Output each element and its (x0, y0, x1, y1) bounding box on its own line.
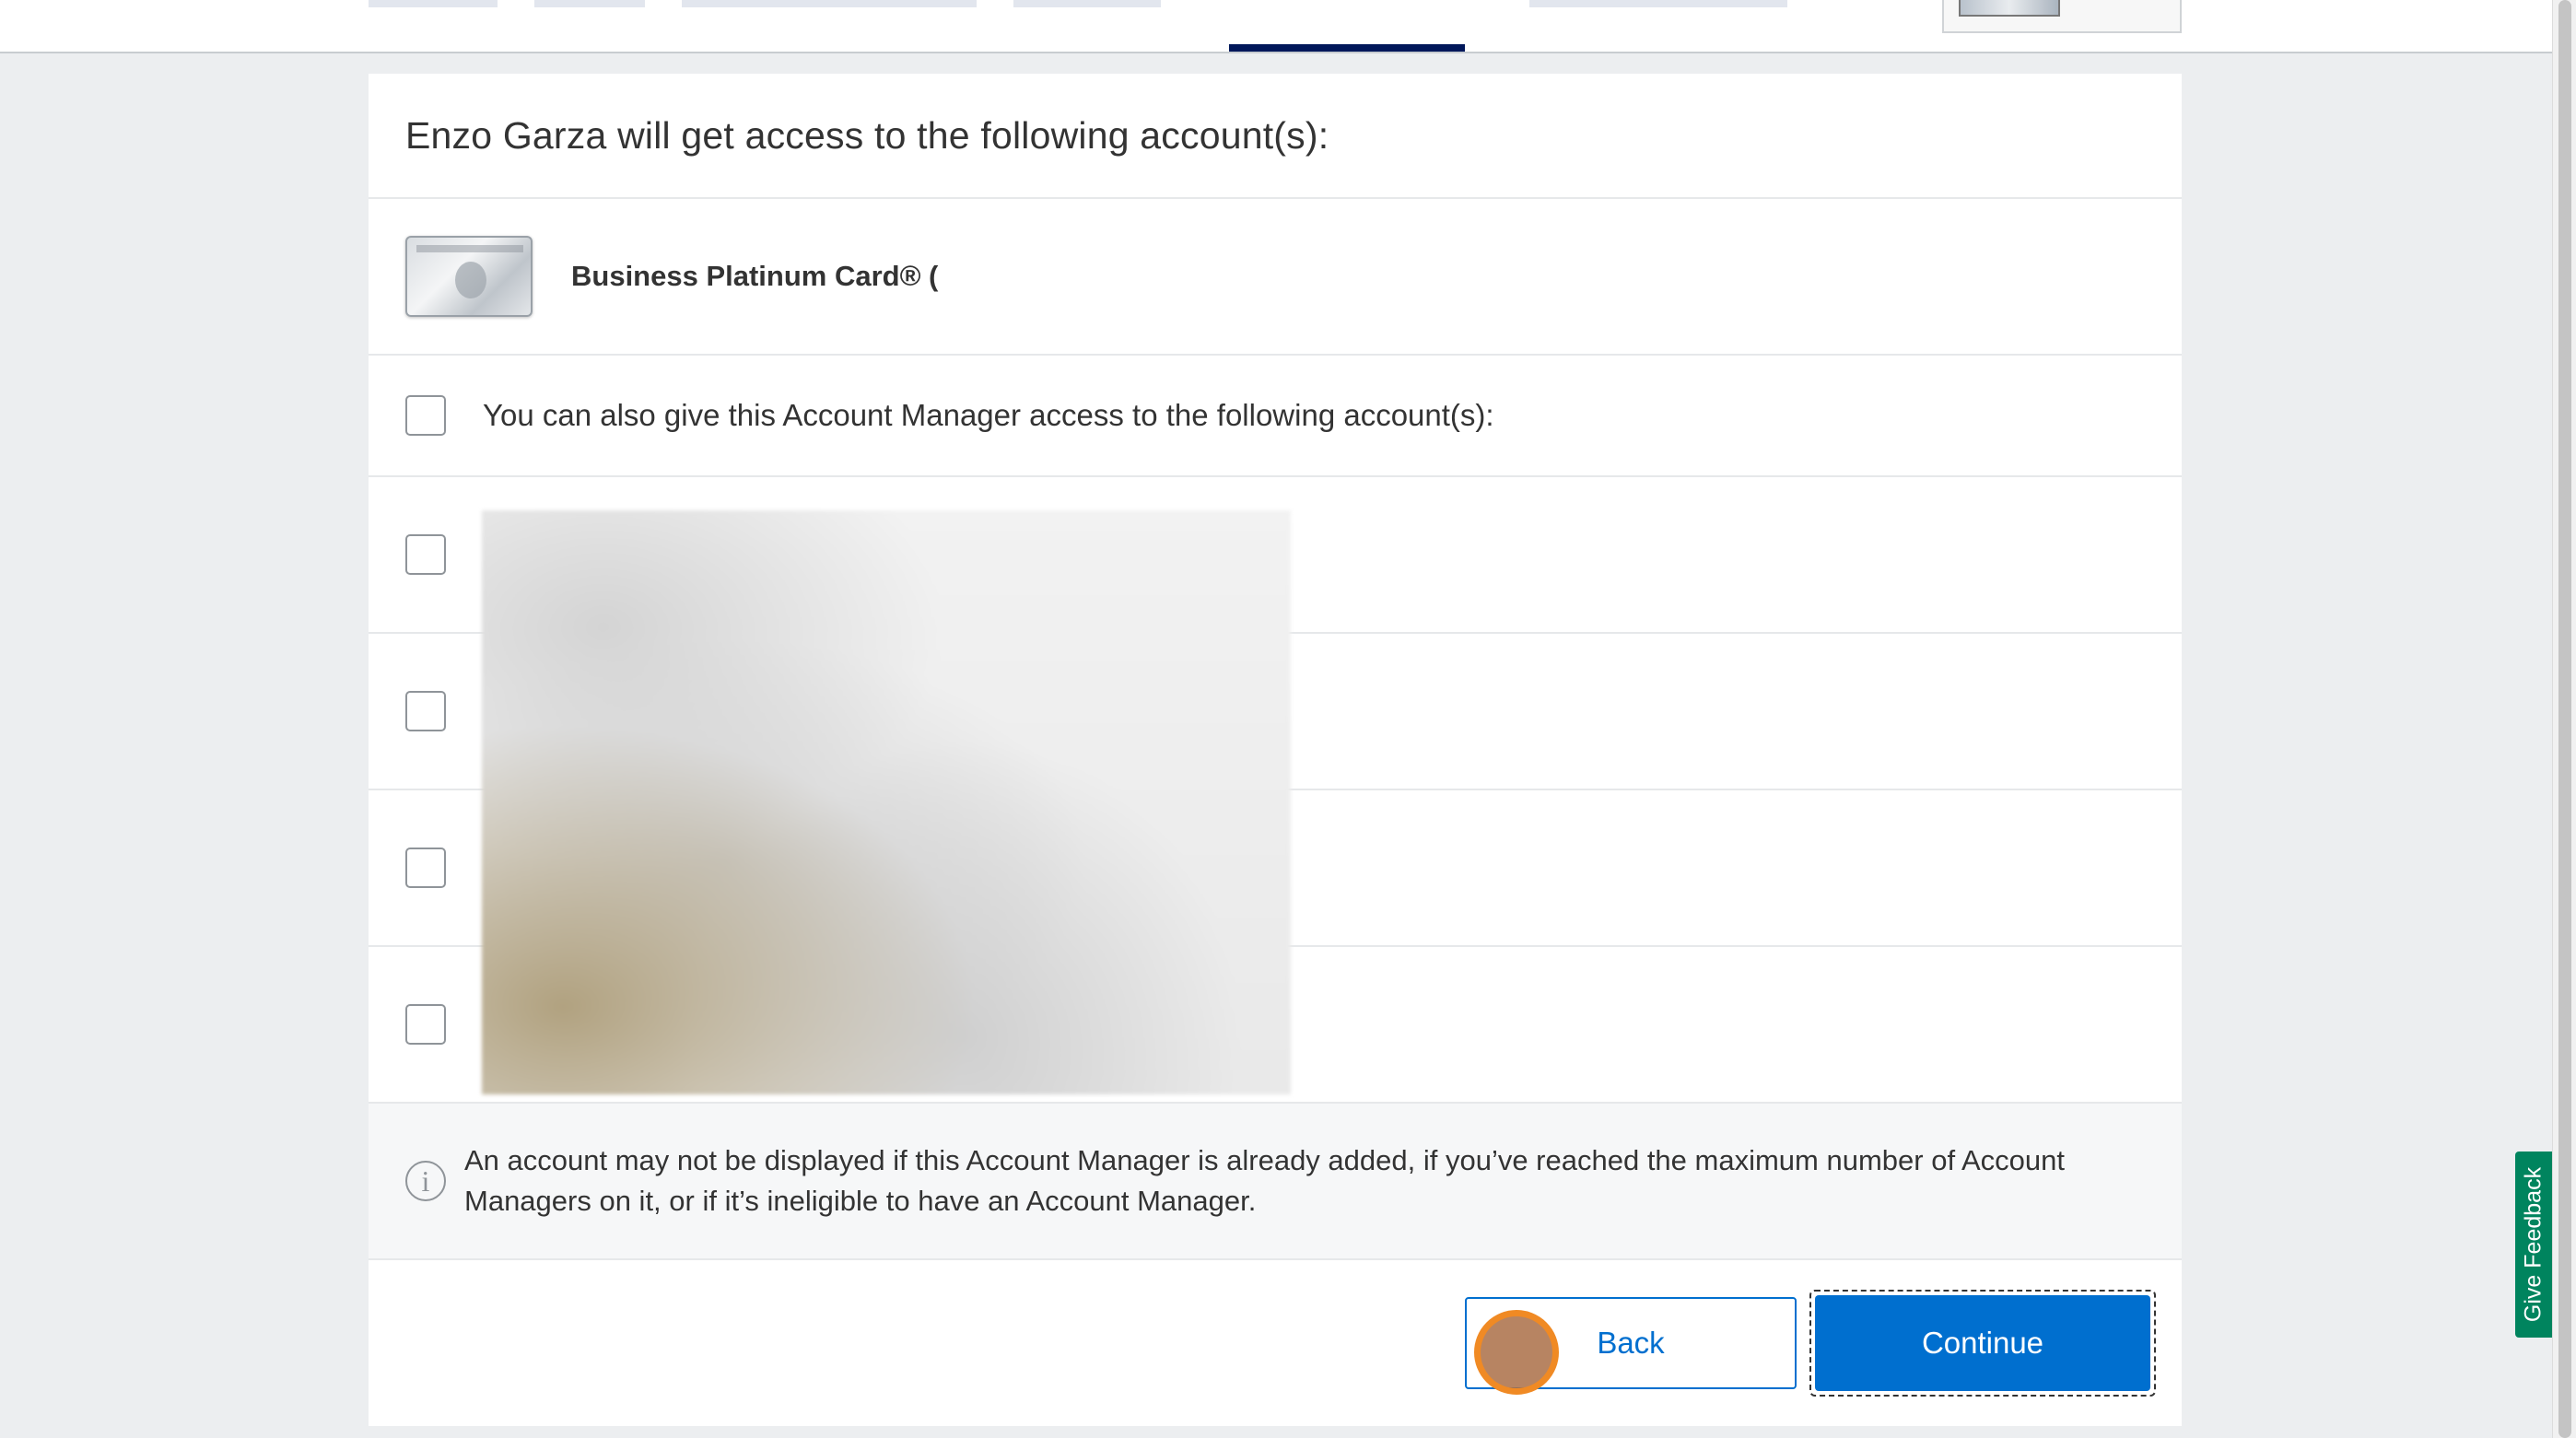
click-indicator (1474, 1310, 1559, 1395)
account-checkbox[interactable] (405, 534, 446, 575)
nav-item-faded[interactable] (1529, 0, 1787, 7)
info-notice: i An account may not be displayed if thi… (369, 1104, 2182, 1260)
scrollbar-thumb[interactable] (2558, 0, 2571, 1438)
page-title: Enzo Garza will get access to the follow… (405, 113, 1329, 157)
continue-button[interactable]: Continue (1815, 1295, 2150, 1391)
card-image-icon (405, 236, 533, 317)
active-tab-indicator (1229, 44, 1465, 52)
select-all-row[interactable]: You can also give this Account Manager a… (369, 356, 2182, 477)
account-switcher[interactable] (1942, 0, 2182, 33)
nav-item-faded[interactable] (1013, 0, 1161, 7)
info-text: An account may not be displayed if this … (464, 1144, 2065, 1217)
card-name: Business Platinum Card® ( (571, 260, 939, 292)
page-scrollbar[interactable] (2552, 0, 2576, 1438)
give-feedback-label: Give Feedback (2520, 1166, 2547, 1323)
nav-item-faded[interactable] (369, 0, 498, 7)
account-checkbox[interactable] (405, 848, 446, 888)
nav-item-faded[interactable] (682, 0, 977, 7)
nav-item-faded[interactable] (534, 0, 645, 7)
select-all-label: You can also give this Account Manager a… (483, 398, 1494, 432)
account-access-panel: Enzo Garza will get access to the follow… (369, 74, 2182, 1426)
give-feedback-tab[interactable]: Give Feedback (2515, 1152, 2552, 1338)
redacted-account-details (482, 510, 1291, 1094)
account-checkbox[interactable] (405, 691, 446, 731)
card-thumbnail-icon (1959, 0, 2060, 17)
info-icon: i (405, 1161, 446, 1201)
action-bar: Back Continue (369, 1260, 2182, 1426)
select-all-checkbox[interactable] (405, 395, 446, 436)
primary-account-row: Business Platinum Card® ( (369, 199, 2182, 356)
account-checkbox[interactable] (405, 1004, 446, 1045)
heading-row: Enzo Garza will get access to the follow… (369, 74, 2182, 199)
top-navigation (0, 0, 2552, 53)
